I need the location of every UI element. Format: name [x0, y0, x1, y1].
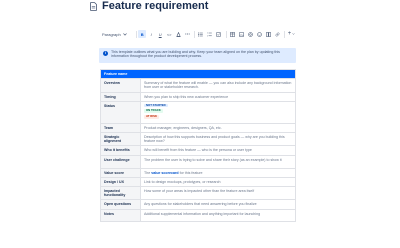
table-row: Notes Additional supplemental informatio… [100, 208, 296, 222]
row-label-status[interactable]: Status [100, 100, 141, 124]
link-button[interactable] [273, 30, 281, 38]
row-label-strategic-alignment[interactable]: Strategic alignment [100, 132, 141, 147]
status-lozenges: NOT STARTED ON TRACK AT RISK [144, 103, 292, 119]
row-value-design-ux[interactable]: Link to design mockups, prototypes, or r… [140, 176, 296, 188]
table-row: Value score The value scorecard for this… [100, 167, 296, 178]
table-row: Timing When you plan to ship this new cu… [100, 91, 296, 102]
image-button[interactable] [237, 30, 245, 38]
chevron-down-icon [122, 32, 127, 36]
layout-icon [265, 31, 271, 37]
bullet-list-button[interactable] [197, 30, 205, 38]
info-icon: i [103, 50, 108, 56]
row-label-impacted-functionality[interactable]: Impacted functionality [100, 186, 141, 201]
table-row: Who it benefits Who will benefit from th… [100, 145, 296, 156]
row-value-user-challenge[interactable]: The problem the user is trying to solve … [140, 154, 296, 169]
row-label-overview[interactable]: Overview [100, 78, 141, 93]
row-value-notes[interactable]: Additional supplemental information and … [140, 208, 296, 222]
value-scorecard-link[interactable]: value scorecard [151, 171, 178, 175]
emoji-button[interactable] [255, 30, 263, 38]
row-label-user-challenge[interactable]: User challenge [100, 154, 141, 169]
mention-icon [247, 31, 253, 37]
requirements-table: Feature name Overview Summary of what th… [100, 68, 296, 222]
editor-toolbar: Paragraph B I U <> 12 + [100, 29, 297, 39]
row-label-team[interactable]: Team [100, 122, 141, 134]
row-value-timing[interactable]: When you plan to ship this new customer … [140, 91, 296, 102]
plus-icon: + [287, 31, 292, 37]
numbered-list-button[interactable]: 12 [206, 30, 214, 38]
row-label-open-questions[interactable]: Open questions [100, 199, 141, 210]
checkbox-icon [216, 31, 222, 37]
table-row: Design / UX Link to design mockups, prot… [100, 176, 296, 188]
text-color-icon [176, 31, 181, 37]
page-header: Feature requirement [90, 0, 208, 12]
insert-button[interactable]: + [287, 30, 297, 38]
paragraph-style-dropdown[interactable]: Paragraph [100, 30, 129, 38]
toolbar-divider [225, 30, 227, 38]
underline-icon: U [158, 31, 162, 37]
row-label-who-it-benefits[interactable]: Who it benefits [100, 145, 141, 156]
toolbar-divider [135, 30, 137, 38]
document-icon [90, 1, 97, 11]
table-header-feature-name[interactable]: Feature name [100, 68, 296, 80]
task-list-button[interactable] [215, 30, 223, 38]
image-icon [238, 31, 244, 37]
row-value-open-questions[interactable]: Any questions for stakeholders that need… [140, 199, 296, 210]
chevron-down-icon [292, 33, 295, 35]
bullet-list-icon [198, 32, 203, 36]
more-formatting-button[interactable] [183, 30, 191, 38]
paragraph-style-label: Paragraph [102, 31, 121, 37]
row-label-notes[interactable]: Notes [100, 208, 141, 222]
status-lozenge-on-track[interactable]: ON TRACK [144, 109, 163, 113]
text-color-button[interactable] [174, 30, 182, 38]
underline-button[interactable]: U [156, 30, 164, 38]
code-icon: <> [166, 31, 172, 37]
status-lozenge-at-risk[interactable]: AT RISK [144, 114, 159, 119]
row-label-timing[interactable]: Timing [100, 91, 141, 102]
table-row: Status NOT STARTED ON TRACK AT RISK [100, 100, 296, 124]
bold-icon: B [140, 31, 144, 37]
table-icon [229, 31, 235, 37]
table-row: Overview Summary of what the feature wil… [100, 78, 296, 93]
emoji-icon [256, 31, 262, 37]
toolbar-divider [284, 30, 285, 38]
svg-text:2: 2 [207, 35, 208, 37]
row-value-impacted-functionality[interactable]: How some of your areas is impacted other… [140, 186, 296, 201]
link-icon [275, 32, 280, 36]
italic-button[interactable]: I [147, 30, 155, 38]
row-value-value-score[interactable]: The value scorecard for this feature [140, 167, 296, 178]
row-value-strategic-alignment[interactable]: Description of how this supports busines… [140, 132, 296, 147]
row-label-design-ux[interactable]: Design / UX [100, 176, 141, 188]
svg-text:1: 1 [207, 32, 208, 34]
table-row: Strategic alignment Description of how t… [100, 132, 296, 147]
code-button[interactable]: <> [165, 30, 173, 38]
info-text: This template outlines what you are buil… [111, 50, 280, 59]
toolbar-divider [194, 30, 195, 38]
row-value-status[interactable]: NOT STARTED ON TRACK AT RISK [140, 100, 296, 124]
ellipsis-icon [184, 33, 190, 35]
layout-button[interactable] [264, 30, 272, 38]
table-row: Impacted functionality How some of your … [100, 186, 296, 201]
mention-button[interactable] [246, 30, 254, 38]
table-row: User challenge The problem the user is t… [100, 154, 296, 169]
table-header-row: Feature name [100, 68, 296, 80]
bold-button[interactable]: B [138, 30, 147, 38]
table-row: Open questions Any questions for stakeho… [100, 199, 296, 210]
row-value-who-it-benefits[interactable]: Who will benefit from this feature — who… [140, 145, 296, 156]
numbered-list-icon: 12 [207, 32, 212, 37]
table-row: Team Product manager, engineers, designe… [100, 122, 296, 134]
row-label-value-score[interactable]: Value score [100, 167, 141, 178]
table-button[interactable] [228, 30, 236, 38]
italic-icon: I [150, 31, 152, 37]
status-lozenge-not-started[interactable]: NOT STARTED [144, 103, 168, 108]
value-score-suffix: for this feature [178, 170, 203, 175]
row-value-team[interactable]: Product manager, engineers, designers, Q… [140, 122, 296, 134]
page-title[interactable]: Feature requirement [102, 0, 208, 12]
info-panel: i This template outlines what you are bu… [99, 48, 296, 63]
row-value-overview[interactable]: Summary of what the feature will enable … [140, 78, 296, 93]
